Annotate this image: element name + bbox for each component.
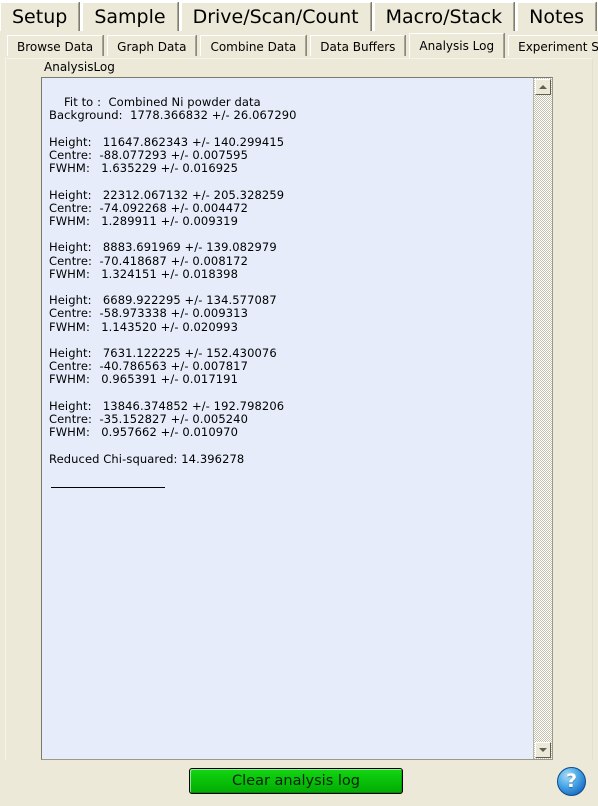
analysis-log-separator-rule [51, 487, 165, 489]
triangle-down-icon [539, 748, 547, 752]
main-tab-drive-scan-count[interactable]: Drive/Scan/Count [180, 2, 371, 31]
sub-tab-combine-data-label: Combine Data [210, 40, 297, 54]
sub-tab-browse-data[interactable]: Browse Data [7, 35, 104, 58]
sub-tab-analysis-log[interactable]: Analysis Log [409, 33, 505, 58]
triangle-up-icon [539, 85, 547, 89]
analysis-log-scrollbar[interactable] [533, 78, 552, 759]
sub-tab-analysis-log-label: Analysis Log [419, 39, 495, 53]
main-tab-bar: Setup Sample Drive/Scan/Count Macro/Stac… [0, 0, 598, 31]
sub-tab-experiment-summary-label: Experiment Summary [518, 40, 598, 54]
main-tab-notes-label: Notes [529, 5, 585, 28]
scrollbar-up-button[interactable] [535, 79, 551, 95]
main-tab-setup[interactable]: Setup [0, 2, 80, 31]
main-tab-macro-stack-label: Macro/Stack [385, 5, 503, 28]
sub-tab-browse-data-label: Browse Data [17, 40, 94, 54]
sub-tab-experiment-summary[interactable]: Experiment Summary [508, 35, 598, 58]
main-tab-macro-stack[interactable]: Macro/Stack [373, 2, 515, 31]
footer-bar: Clear analysis log [0, 760, 598, 806]
sub-tab-combine-data[interactable]: Combine Data [200, 35, 307, 58]
scrollbar-down-button[interactable] [535, 742, 551, 758]
clear-analysis-log-button[interactable]: Clear analysis log [189, 768, 403, 794]
analysis-log-content: Fit to : Combined Ni powder data Backgro… [49, 83, 529, 515]
analysis-log-text-body: Fit to : Combined Ni powder data Backgro… [49, 95, 297, 466]
help-icon[interactable]: ? [557, 767, 586, 796]
sub-tab-graph-data-label: Graph Data [117, 40, 187, 54]
main-tab-drive-scan-count-label: Drive/Scan/Count [192, 5, 359, 28]
main-tab-notes[interactable]: Notes [517, 2, 597, 31]
main-tab-sample-label: Sample [94, 5, 166, 28]
sub-tab-data-buffers[interactable]: Data Buffers [310, 35, 406, 58]
sub-tab-bar: Browse Data Graph Data Combine Data Data… [0, 31, 598, 58]
analysis-log-textbox[interactable]: Fit to : Combined Ni powder data Backgro… [41, 77, 553, 760]
analysis-log-caption: AnalysisLog [44, 60, 115, 74]
main-tab-setup-label: Setup [12, 5, 68, 28]
main-tab-sample[interactable]: Sample [82, 2, 178, 31]
sub-tab-graph-data[interactable]: Graph Data [107, 35, 197, 58]
sub-tab-data-buffers-label: Data Buffers [320, 40, 396, 54]
